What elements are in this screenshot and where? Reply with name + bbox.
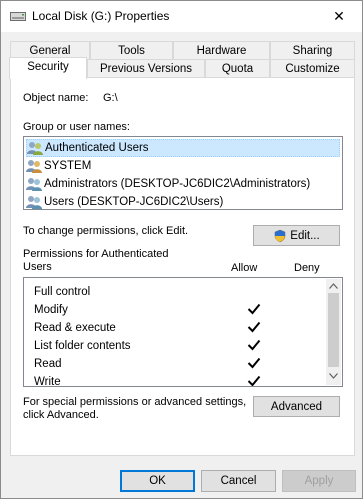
list-item-label: Administrators (DESKTOP-JC6DIC2\Administ… xyxy=(44,178,311,190)
cancel-button-label: Cancel xyxy=(220,475,257,487)
scroll-up-icon[interactable] xyxy=(329,283,338,289)
users-group-icon xyxy=(26,196,42,209)
cancel-button[interactable]: Cancel xyxy=(201,470,276,492)
tab-label: Hardware xyxy=(196,45,247,57)
permission-row: List folder contents xyxy=(34,338,324,356)
close-button[interactable]: ✕ xyxy=(316,1,362,32)
tab-label: Security xyxy=(27,61,69,73)
edit-button-label: Edit... xyxy=(290,229,320,242)
permission-row: Read & execute xyxy=(34,320,324,338)
permission-row: Write xyxy=(34,374,324,387)
permissions-scrollbar[interactable] xyxy=(326,279,341,385)
tab-label: Sharing xyxy=(292,45,333,57)
apply-button[interactable]: Apply xyxy=(282,470,356,492)
edit-button[interactable]: Edit... xyxy=(253,225,340,246)
list-item-system[interactable]: SYSTEM xyxy=(26,157,91,175)
checkmark-icon xyxy=(247,321,261,333)
permission-name: Write xyxy=(34,376,61,387)
tab-sharing[interactable]: Sharing xyxy=(270,41,355,61)
users-group-icon xyxy=(27,142,43,155)
group-names-label: Group or user names: xyxy=(23,121,130,133)
tab-hardware[interactable]: Hardware xyxy=(173,41,270,61)
tab-label: Customize xyxy=(285,63,340,75)
tab-previous-versions[interactable]: Previous Versions xyxy=(87,59,205,79)
scroll-thumb[interactable] xyxy=(328,293,339,367)
permission-name: Full control xyxy=(34,286,91,298)
window-title: Local Disk (G:) Properties xyxy=(32,9,170,23)
tab-customize[interactable]: Customize xyxy=(270,59,355,79)
list-item-administrators[interactable]: Administrators (DESKTOP-JC6DIC2\Administ… xyxy=(26,175,310,193)
permission-name: Read xyxy=(34,358,62,370)
permissions-header-line1: Permissions for Authenticated xyxy=(23,248,169,260)
object-name-value: G:\ xyxy=(103,92,118,104)
close-icon: ✕ xyxy=(333,8,345,24)
tab-label: Previous Versions xyxy=(99,63,193,75)
advanced-button[interactable]: Advanced xyxy=(253,396,340,417)
tab-security[interactable]: Security xyxy=(9,57,87,79)
permissions-header-line2: Users xyxy=(23,261,52,273)
tab-tools[interactable]: Tools xyxy=(90,41,173,61)
deny-column-header: Deny xyxy=(294,262,320,274)
permissions-list[interactable]: Full control Modify Read & execute List … xyxy=(23,277,343,387)
special-permissions-text-line1: For special permissions or advanced sett… xyxy=(23,396,247,408)
tab-label: Quota xyxy=(221,63,254,75)
change-permissions-text: To change permissions, click Edit. xyxy=(23,225,189,237)
apply-button-label: Apply xyxy=(304,475,334,487)
checkmark-icon xyxy=(247,375,261,386)
properties-window: Local Disk (G:) Properties ✕ General Too… xyxy=(0,0,363,499)
group-user-list[interactable]: Authenticated Users SYSTEM Administrator… xyxy=(23,136,343,210)
tab-label: Tools xyxy=(118,45,145,57)
permission-name: List folder contents xyxy=(34,340,131,352)
users-group-icon xyxy=(26,178,42,191)
checkmark-icon xyxy=(247,357,261,369)
advanced-button-label: Advanced xyxy=(270,400,323,413)
scroll-down-icon[interactable] xyxy=(329,373,338,379)
permission-name: Modify xyxy=(34,304,68,316)
tab-label: General xyxy=(29,45,71,57)
security-panel: Object name: G:\ Group or user names: Au… xyxy=(10,77,355,456)
users-group-icon xyxy=(26,160,42,173)
permission-row: Modify xyxy=(34,302,324,320)
drive-icon xyxy=(10,12,26,21)
list-item-label: Authenticated Users xyxy=(45,142,149,154)
allow-column-header: Allow xyxy=(231,262,258,274)
title-bar[interactable]: Local Disk (G:) Properties ✕ xyxy=(1,1,362,32)
ok-button-label: OK xyxy=(149,475,166,487)
checkmark-icon xyxy=(247,339,261,351)
list-item-label: SYSTEM xyxy=(44,160,92,172)
list-item-label: Users (DESKTOP-JC6DIC2\Users) xyxy=(44,196,224,208)
permission-row: Read xyxy=(34,356,324,374)
tab-quota[interactable]: Quota xyxy=(205,59,270,79)
permission-name: Read & execute xyxy=(34,322,116,334)
uac-shield-icon xyxy=(275,229,286,242)
checkmark-icon xyxy=(247,303,261,315)
ok-button[interactable]: OK xyxy=(120,470,195,492)
list-item-users[interactable]: Users (DESKTOP-JC6DIC2\Users) xyxy=(26,193,223,211)
special-permissions-text-line2: click Advanced. xyxy=(23,409,99,421)
object-name-label: Object name: xyxy=(23,92,89,104)
permission-row: Full control xyxy=(34,284,324,302)
list-item-authenticated-users[interactable]: Authenticated Users xyxy=(26,139,340,157)
